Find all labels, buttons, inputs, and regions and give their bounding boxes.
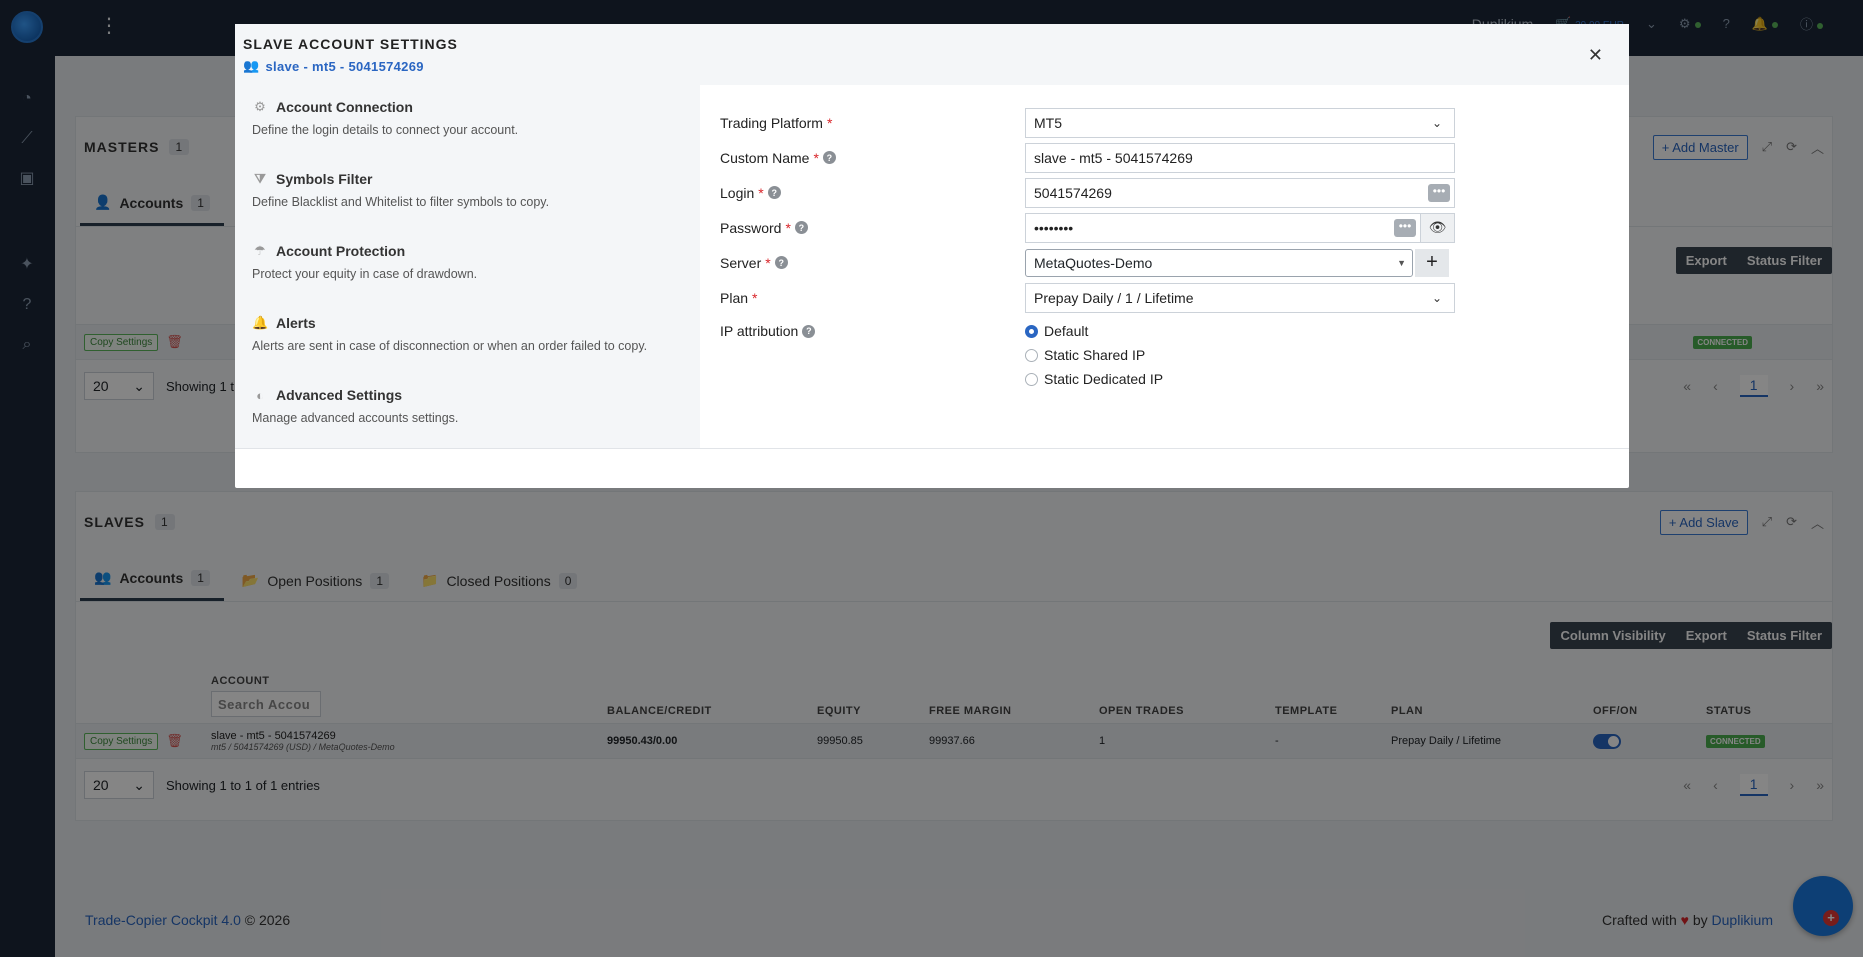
users-icon: 👥 (243, 58, 260, 73)
password-manager-icon[interactable]: ••• (1394, 218, 1416, 237)
menu-account-protection[interactable]: ☂ Account Protection Protect your equity … (235, 229, 700, 301)
plan-select[interactable]: Prepay Daily / 1 / Lifetime ⌄ (1025, 282, 1455, 313)
umbrella-icon: ☂ (254, 243, 266, 258)
help-icon[interactable]: ? (774, 256, 788, 269)
menu-advanced-settings[interactable]: ◐ Advanced Settings Manage advanced accou… (235, 373, 700, 445)
help-icon[interactable]: ? (802, 324, 816, 338)
user-gear-icon: ⚙ (254, 99, 266, 114)
modal-subtitle: 👥 slave - mt5 - 5041574269 (243, 58, 424, 74)
toggle-icon: ◐ (256, 387, 264, 403)
bell-icon: 🔔 (252, 315, 269, 330)
slave-settings-modal: SLAVE ACCOUNT SETTINGS 👥 slave - mt5 - 5… (235, 24, 1629, 488)
help-icon[interactable]: ? (767, 186, 781, 199)
modal-footer-divider (235, 448, 1629, 449)
help-icon[interactable]: ? (822, 151, 836, 164)
menu-account-connection[interactable]: ⚙ Account Connection Define the login det… (235, 85, 700, 157)
menu-symbols-filter[interactable]: ⧩ Symbols Filter Define Blacklist and Whi… (235, 157, 700, 229)
menu-alerts[interactable]: 🔔 Alerts Alerts are sent in case of disco… (235, 301, 700, 373)
modal-title: SLAVE ACCOUNT SETTINGS (243, 36, 458, 52)
close-icon[interactable]: ✕ (1588, 46, 1603, 64)
modal-header: SLAVE ACCOUNT SETTINGS 👥 slave - mt5 - 5… (235, 24, 1629, 85)
show-password-eye-icon[interactable]: 👁 (1421, 212, 1455, 243)
trading-platform-select[interactable]: MT5 ⌄ (1025, 107, 1455, 138)
settings-side-menu: ⚙ Account Connection Define the login det… (235, 85, 700, 448)
account-connection-form: Trading Platform * MT5 ⌄ Custom Name *? sla… (720, 105, 1480, 395)
ip-default-radio[interactable]: Default (1025, 323, 1163, 339)
password-manager-icon[interactable]: ••• (1428, 183, 1450, 202)
login-input[interactable]: 5041574269 ••• (1025, 177, 1455, 208)
filter-icon: ⧩ (254, 171, 266, 186)
add-server-plus-icon[interactable]: + (1415, 248, 1449, 277)
caret-down-icon: ▼ (1397, 257, 1406, 268)
ip-attribution-radio-group: Default Static Shared IP Static Dedicate… (1025, 323, 1163, 387)
password-input[interactable]: •••••••• ••• (1025, 212, 1421, 243)
server-select[interactable]: MetaQuotes-Demo ▼ (1025, 248, 1413, 277)
chevron-down-icon: ⌄ (1431, 290, 1442, 305)
chevron-down-icon: ⌄ (1431, 115, 1442, 130)
ip-static-shared-radio[interactable]: Static Shared IP (1025, 347, 1163, 363)
custom-name-input[interactable]: slave - mt5 - 5041574269 (1025, 142, 1455, 173)
ip-static-dedicated-radio[interactable]: Static Dedicated IP (1025, 371, 1163, 387)
help-icon[interactable]: ? (794, 221, 808, 234)
